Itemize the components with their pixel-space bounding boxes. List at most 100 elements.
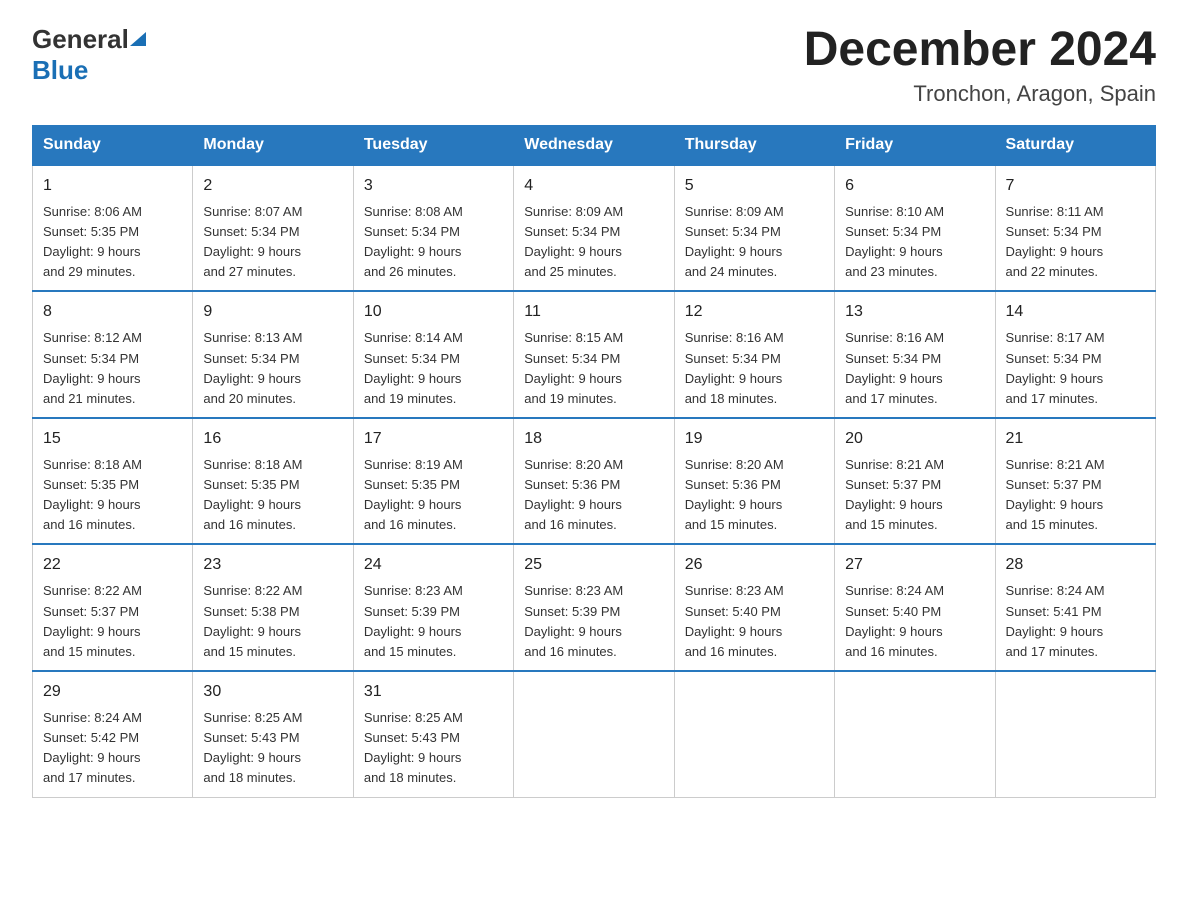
table-row: 3Sunrise: 8:08 AMSunset: 5:34 PMDaylight… bbox=[353, 165, 513, 292]
day-number: 31 bbox=[364, 680, 503, 704]
day-info: Sunrise: 8:23 AMSunset: 5:40 PMDaylight:… bbox=[685, 581, 824, 662]
calendar-header-row: Sunday Monday Tuesday Wednesday Thursday… bbox=[33, 125, 1156, 165]
day-number: 25 bbox=[524, 553, 663, 577]
table-row bbox=[674, 671, 834, 797]
col-wednesday: Wednesday bbox=[514, 125, 674, 165]
day-info: Sunrise: 8:25 AMSunset: 5:43 PMDaylight:… bbox=[364, 708, 503, 789]
day-number: 23 bbox=[203, 553, 342, 577]
day-info: Sunrise: 8:17 AMSunset: 5:34 PMDaylight:… bbox=[1006, 328, 1145, 409]
table-row: 10 Sunrise: 8:14 AMSunset: 5:34 PMDayligh… bbox=[353, 291, 513, 418]
table-row: 16 Sunrise: 8:18 AMSunset: 5:35 PMDayligh… bbox=[193, 418, 353, 545]
logo-blue: Blue bbox=[32, 55, 88, 85]
table-row: 28Sunrise: 8:24 AMSunset: 5:41 PMDayligh… bbox=[995, 544, 1155, 671]
day-info: Sunrise: 8:20 AMSunset: 5:36 PMDaylight:… bbox=[524, 455, 663, 536]
table-row: 24Sunrise: 8:23 AMSunset: 5:39 PMDayligh… bbox=[353, 544, 513, 671]
day-number: 17 bbox=[364, 427, 503, 451]
table-row: 26Sunrise: 8:23 AMSunset: 5:40 PMDayligh… bbox=[674, 544, 834, 671]
day-info: Sunrise: 8:18 AMSunset: 5:35 PMDaylight:… bbox=[203, 455, 342, 536]
table-row: 7 Sunrise: 8:11 AMSunset: 5:34 PMDaylight… bbox=[995, 165, 1155, 292]
day-number: 7 bbox=[1006, 174, 1145, 198]
table-row: 21Sunrise: 8:21 AMSunset: 5:37 PMDayligh… bbox=[995, 418, 1155, 545]
day-info: Sunrise: 8:20 AMSunset: 5:36 PMDaylight:… bbox=[685, 455, 824, 536]
day-info: Sunrise: 8:16 AMSunset: 5:34 PMDaylight:… bbox=[845, 328, 984, 409]
table-row: 2 Sunrise: 8:07 AMSunset: 5:34 PMDaylight… bbox=[193, 165, 353, 292]
table-row: 17 Sunrise: 8:19 AMSunset: 5:35 PMDayligh… bbox=[353, 418, 513, 545]
day-info: Sunrise: 8:21 AMSunset: 5:37 PMDaylight:… bbox=[845, 455, 984, 536]
day-info: Sunrise: 8:11 AMSunset: 5:34 PMDaylight:… bbox=[1006, 202, 1145, 283]
day-info: Sunrise: 8:18 AMSunset: 5:35 PMDaylight:… bbox=[43, 455, 182, 536]
day-info: Sunrise: 8:09 AMSunset: 5:34 PMDaylight:… bbox=[524, 202, 663, 283]
day-info: Sunrise: 8:25 AMSunset: 5:43 PMDaylight:… bbox=[203, 708, 342, 789]
day-number: 12 bbox=[685, 300, 824, 324]
day-number: 5 bbox=[685, 174, 824, 198]
table-row: 8Sunrise: 8:12 AMSunset: 5:34 PMDaylight… bbox=[33, 291, 193, 418]
day-info: Sunrise: 8:14 AMSunset: 5:34 PMDaylight:… bbox=[364, 328, 503, 409]
day-number: 30 bbox=[203, 680, 342, 704]
calendar-subtitle: Tronchon, Aragon, Spain bbox=[804, 81, 1156, 107]
table-row: 13Sunrise: 8:16 AMSunset: 5:34 PMDayligh… bbox=[835, 291, 995, 418]
calendar-week-row: 8Sunrise: 8:12 AMSunset: 5:34 PMDaylight… bbox=[33, 291, 1156, 418]
day-number: 2 bbox=[203, 174, 342, 198]
day-number: 16 bbox=[203, 427, 342, 451]
table-row: 30 Sunrise: 8:25 AMSunset: 5:43 PMDayligh… bbox=[193, 671, 353, 797]
day-number: 29 bbox=[43, 680, 182, 704]
table-row: 22 Sunrise: 8:22 AMSunset: 5:37 PMDayligh… bbox=[33, 544, 193, 671]
day-number: 15 bbox=[43, 427, 182, 451]
table-row: 19Sunrise: 8:20 AMSunset: 5:36 PMDayligh… bbox=[674, 418, 834, 545]
page-header: General Blue December 2024 Tronchon, Ara… bbox=[32, 24, 1156, 107]
logo-triangle-icon bbox=[130, 28, 146, 51]
table-row: 15 Sunrise: 8:18 AMSunset: 5:35 PMDayligh… bbox=[33, 418, 193, 545]
day-number: 24 bbox=[364, 553, 503, 577]
day-info: Sunrise: 8:07 AMSunset: 5:34 PMDaylight:… bbox=[203, 202, 342, 283]
day-number: 4 bbox=[524, 174, 663, 198]
day-number: 14 bbox=[1006, 300, 1145, 324]
col-friday: Friday bbox=[835, 125, 995, 165]
day-number: 1 bbox=[43, 174, 182, 198]
day-info: Sunrise: 8:06 AMSunset: 5:35 PMDaylight:… bbox=[43, 202, 182, 283]
calendar-week-row: 15 Sunrise: 8:18 AMSunset: 5:35 PMDayligh… bbox=[33, 418, 1156, 545]
day-number: 11 bbox=[524, 300, 663, 324]
table-row: 31 Sunrise: 8:25 AMSunset: 5:43 PMDayligh… bbox=[353, 671, 513, 797]
day-number: 20 bbox=[845, 427, 984, 451]
day-number: 3 bbox=[364, 174, 503, 198]
col-tuesday: Tuesday bbox=[353, 125, 513, 165]
day-number: 27 bbox=[845, 553, 984, 577]
calendar-week-row: 22 Sunrise: 8:22 AMSunset: 5:37 PMDayligh… bbox=[33, 544, 1156, 671]
day-info: Sunrise: 8:09 AMSunset: 5:34 PMDaylight:… bbox=[685, 202, 824, 283]
col-monday: Monday bbox=[193, 125, 353, 165]
table-row: 5 Sunrise: 8:09 AMSunset: 5:34 PMDaylight… bbox=[674, 165, 834, 292]
calendar-week-row: 1 Sunrise: 8:06 AMSunset: 5:35 PMDaylight… bbox=[33, 165, 1156, 292]
table-row: 12 Sunrise: 8:16 AMSunset: 5:34 PMDayligh… bbox=[674, 291, 834, 418]
table-row bbox=[514, 671, 674, 797]
day-info: Sunrise: 8:13 AMSunset: 5:34 PMDaylight:… bbox=[203, 328, 342, 409]
day-info: Sunrise: 8:22 AMSunset: 5:37 PMDaylight:… bbox=[43, 581, 182, 662]
day-info: Sunrise: 8:19 AMSunset: 5:35 PMDaylight:… bbox=[364, 455, 503, 536]
table-row: 9 Sunrise: 8:13 AMSunset: 5:34 PMDaylight… bbox=[193, 291, 353, 418]
table-row: 25 Sunrise: 8:23 AMSunset: 5:39 PMDayligh… bbox=[514, 544, 674, 671]
col-saturday: Saturday bbox=[995, 125, 1155, 165]
day-info: Sunrise: 8:24 AMSunset: 5:42 PMDaylight:… bbox=[43, 708, 182, 789]
logo: General Blue bbox=[32, 24, 147, 86]
table-row: 4 Sunrise: 8:09 AMSunset: 5:34 PMDaylight… bbox=[514, 165, 674, 292]
day-info: Sunrise: 8:23 AMSunset: 5:39 PMDaylight:… bbox=[524, 581, 663, 662]
day-number: 22 bbox=[43, 553, 182, 577]
day-number: 18 bbox=[524, 427, 663, 451]
table-row: 27 Sunrise: 8:24 AMSunset: 5:40 PMDayligh… bbox=[835, 544, 995, 671]
table-row: 1 Sunrise: 8:06 AMSunset: 5:35 PMDaylight… bbox=[33, 165, 193, 292]
day-info: Sunrise: 8:15 AMSunset: 5:34 PMDaylight:… bbox=[524, 328, 663, 409]
col-sunday: Sunday bbox=[33, 125, 193, 165]
table-row bbox=[835, 671, 995, 797]
table-row: 23Sunrise: 8:22 AMSunset: 5:38 PMDayligh… bbox=[193, 544, 353, 671]
calendar-week-row: 29 Sunrise: 8:24 AMSunset: 5:42 PMDayligh… bbox=[33, 671, 1156, 797]
day-info: Sunrise: 8:24 AMSunset: 5:40 PMDaylight:… bbox=[845, 581, 984, 662]
day-number: 9 bbox=[203, 300, 342, 324]
table-row: 18 Sunrise: 8:20 AMSunset: 5:36 PMDayligh… bbox=[514, 418, 674, 545]
calendar-body: 1 Sunrise: 8:06 AMSunset: 5:35 PMDaylight… bbox=[33, 165, 1156, 797]
table-row: 6Sunrise: 8:10 AMSunset: 5:34 PMDaylight… bbox=[835, 165, 995, 292]
day-info: Sunrise: 8:16 AMSunset: 5:34 PMDaylight:… bbox=[685, 328, 824, 409]
day-number: 6 bbox=[845, 174, 984, 198]
table-row: 20 Sunrise: 8:21 AMSunset: 5:37 PMDayligh… bbox=[835, 418, 995, 545]
day-info: Sunrise: 8:12 AMSunset: 5:34 PMDaylight:… bbox=[43, 328, 182, 409]
calendar-title: December 2024 bbox=[804, 24, 1156, 77]
day-number: 10 bbox=[364, 300, 503, 324]
